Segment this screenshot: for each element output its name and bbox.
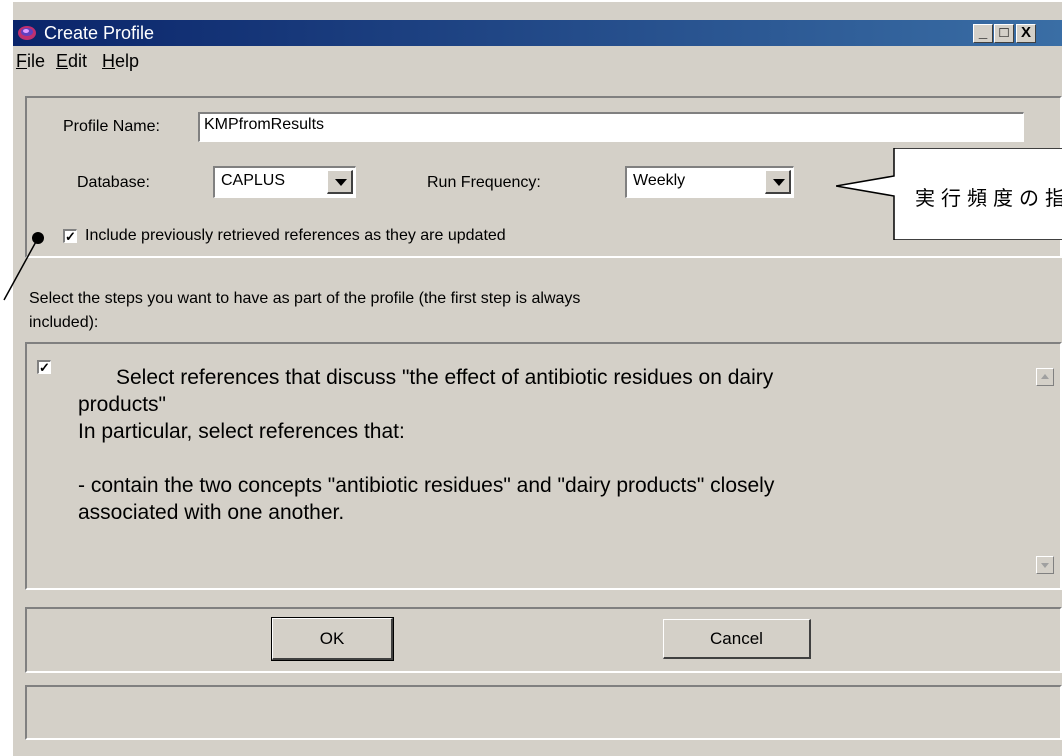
annotation-pointer — [3, 232, 44, 301]
database-label: Database: — [77, 174, 150, 191]
run-frequency-value: Weekly — [633, 172, 686, 189]
ok-button[interactable]: OK — [271, 617, 394, 661]
scroll-down-button[interactable] — [1036, 556, 1054, 574]
close-button[interactable]: X — [1016, 24, 1036, 43]
step-line: In particular, select references that: — [78, 420, 405, 443]
step-line: - contain the two concepts "antibiotic r… — [78, 474, 775, 497]
step-1-text: Select references that discuss "the effe… — [78, 364, 978, 526]
include-updates-checkbox[interactable]: ✓ — [63, 229, 77, 243]
step-line: associated with one another. — [78, 501, 345, 524]
app-icon — [18, 26, 36, 40]
callout-text: 実行頻度の指 — [915, 186, 1062, 210]
menu-edit[interactable]: Edit — [56, 51, 87, 71]
title-bar[interactable]: Create Profile _ □ X — [13, 20, 1062, 46]
step-line — [78, 445, 978, 472]
close-icon: X — [1020, 24, 1031, 41]
run-frequency-select[interactable]: Weekly — [625, 166, 794, 198]
steps-instruction: Select the steps you want to have as par… — [29, 290, 581, 307]
cancel-button[interactable]: Cancel — [663, 619, 811, 659]
profile-name-label: Profile Name: — [63, 118, 160, 135]
maximize-icon: □ — [999, 24, 1009, 41]
scroll-up-button[interactable] — [1036, 368, 1054, 386]
menu-bar: File Edit Help — [13, 46, 1062, 72]
button-panel — [25, 607, 1062, 673]
database-select[interactable]: CAPLUS — [213, 166, 356, 198]
run-frequency-label: Run Frequency: — [427, 174, 541, 191]
step-line: products" — [78, 393, 166, 416]
status-bar — [25, 685, 1062, 740]
chevron-down-icon[interactable] — [327, 170, 353, 194]
steps-listbox[interactable]: ✓ Select references that discuss "the ef… — [25, 342, 1062, 590]
maximize-button[interactable]: □ — [994, 24, 1014, 43]
minimize-icon: _ — [978, 24, 988, 41]
chevron-down-icon[interactable] — [765, 170, 791, 194]
steps-instruction-line2: included): — [29, 314, 99, 331]
database-value: CAPLUS — [221, 172, 286, 189]
menu-help[interactable]: Help — [102, 51, 139, 71]
include-updates-label: Include previously retrieved references … — [85, 227, 506, 244]
window-title: Create Profile — [44, 23, 155, 43]
minimize-button[interactable]: _ — [973, 24, 993, 43]
step-line: Select references that discuss "the effe… — [116, 366, 774, 389]
step-1-checkbox[interactable]: ✓ — [37, 360, 51, 374]
profile-name-input[interactable]: KMPfromResults — [198, 112, 1024, 142]
menu-file[interactable]: File — [16, 51, 45, 71]
